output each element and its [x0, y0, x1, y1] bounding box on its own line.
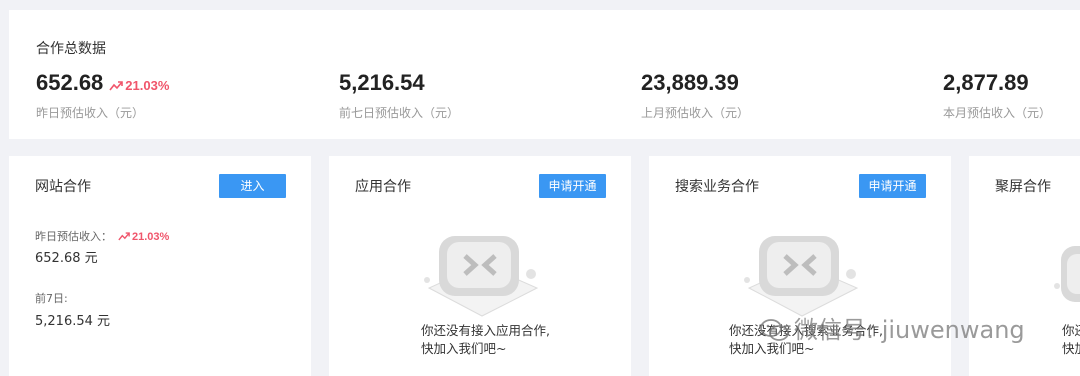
metric-label: 上月预估收入（元） — [641, 106, 750, 120]
empty-line: 快加 — [1062, 341, 1080, 356]
empty-box-icon — [1054, 246, 1080, 302]
metric-last-month: 23,889.39 上月预估收入（元） — [641, 70, 749, 121]
metric-last-seven-days: 5,216.54 前七日预估收入（元） — [339, 70, 459, 121]
empty-line: 你还 — [1062, 323, 1080, 338]
empty-message: 你还 快加 — [1062, 322, 1080, 358]
apply-button[interactable]: 申请开通 — [539, 174, 606, 198]
card-title: 应用合作 — [355, 179, 411, 195]
metric-label: 本月预估收入（元） — [943, 106, 1052, 120]
metric-trend: 21.03% — [109, 78, 169, 93]
metric-value: 23,889.39 — [641, 70, 739, 95]
yesterday-trend: 21.03% — [118, 231, 169, 243]
yesterday-value: 652.68 元 — [35, 251, 98, 266]
card-website: 网站合作 进入 昨日预估收入： 21.03% 652.68 元 前7日: 5,21… — [9, 156, 311, 376]
empty-line: 快加入我们吧~ — [421, 341, 507, 356]
metric-yesterday: 652.68 21.03% 昨日预估收入（元） — [36, 70, 169, 121]
watermark-text: 微信号: jiuwenwang — [794, 316, 1025, 344]
card-app: 应用合作 申请开通 你还没有接入应用合作, 快加入我们吧~ — [329, 156, 631, 376]
wechat-icon — [760, 319, 789, 341]
summary-panel: 合作总数据 652.68 21.03% 昨日预估收入（元） 5,216.54 前七… — [9, 10, 1080, 139]
yesterday-trend-value: 21.03% — [132, 231, 170, 243]
week-value: 5,216.54 元 — [35, 314, 111, 329]
metric-value: 652.68 — [36, 70, 104, 95]
metric-label: 前七日预估收入（元） — [339, 106, 460, 120]
enter-button[interactable]: 进入 — [219, 174, 286, 198]
apply-button[interactable]: 申请开通 — [859, 174, 926, 198]
card-title: 网站合作 — [35, 179, 91, 195]
card-title: 搜索业务合作 — [675, 179, 759, 195]
week-label: 前7日: — [35, 292, 68, 305]
trend-up-icon — [118, 232, 130, 241]
metric-label: 昨日预估收入（元） — [36, 106, 145, 120]
card-title: 聚屏合作 — [995, 179, 1051, 195]
empty-line: 你还没有接入应用合作, — [421, 323, 550, 338]
metric-trend-value: 21.03% — [125, 78, 170, 93]
watermark: 微信号: jiuwenwang — [760, 310, 1025, 345]
empty-message: 你还没有接入应用合作, 快加入我们吧~ — [421, 322, 550, 358]
empty-box-icon — [744, 236, 859, 317]
metric-this-month: 2,877.89 本月预估收入（元） — [943, 70, 1051, 121]
yesterday-label: 昨日预估收入： — [35, 230, 112, 243]
metric-value: 2,877.89 — [943, 70, 1029, 95]
yesterday-label-row: 昨日预估收入： 21.03% — [35, 228, 169, 244]
summary-title: 合作总数据 — [36, 41, 106, 57]
trend-up-icon — [109, 81, 124, 91]
metric-value: 5,216.54 — [339, 70, 425, 95]
empty-box-icon — [424, 236, 539, 317]
